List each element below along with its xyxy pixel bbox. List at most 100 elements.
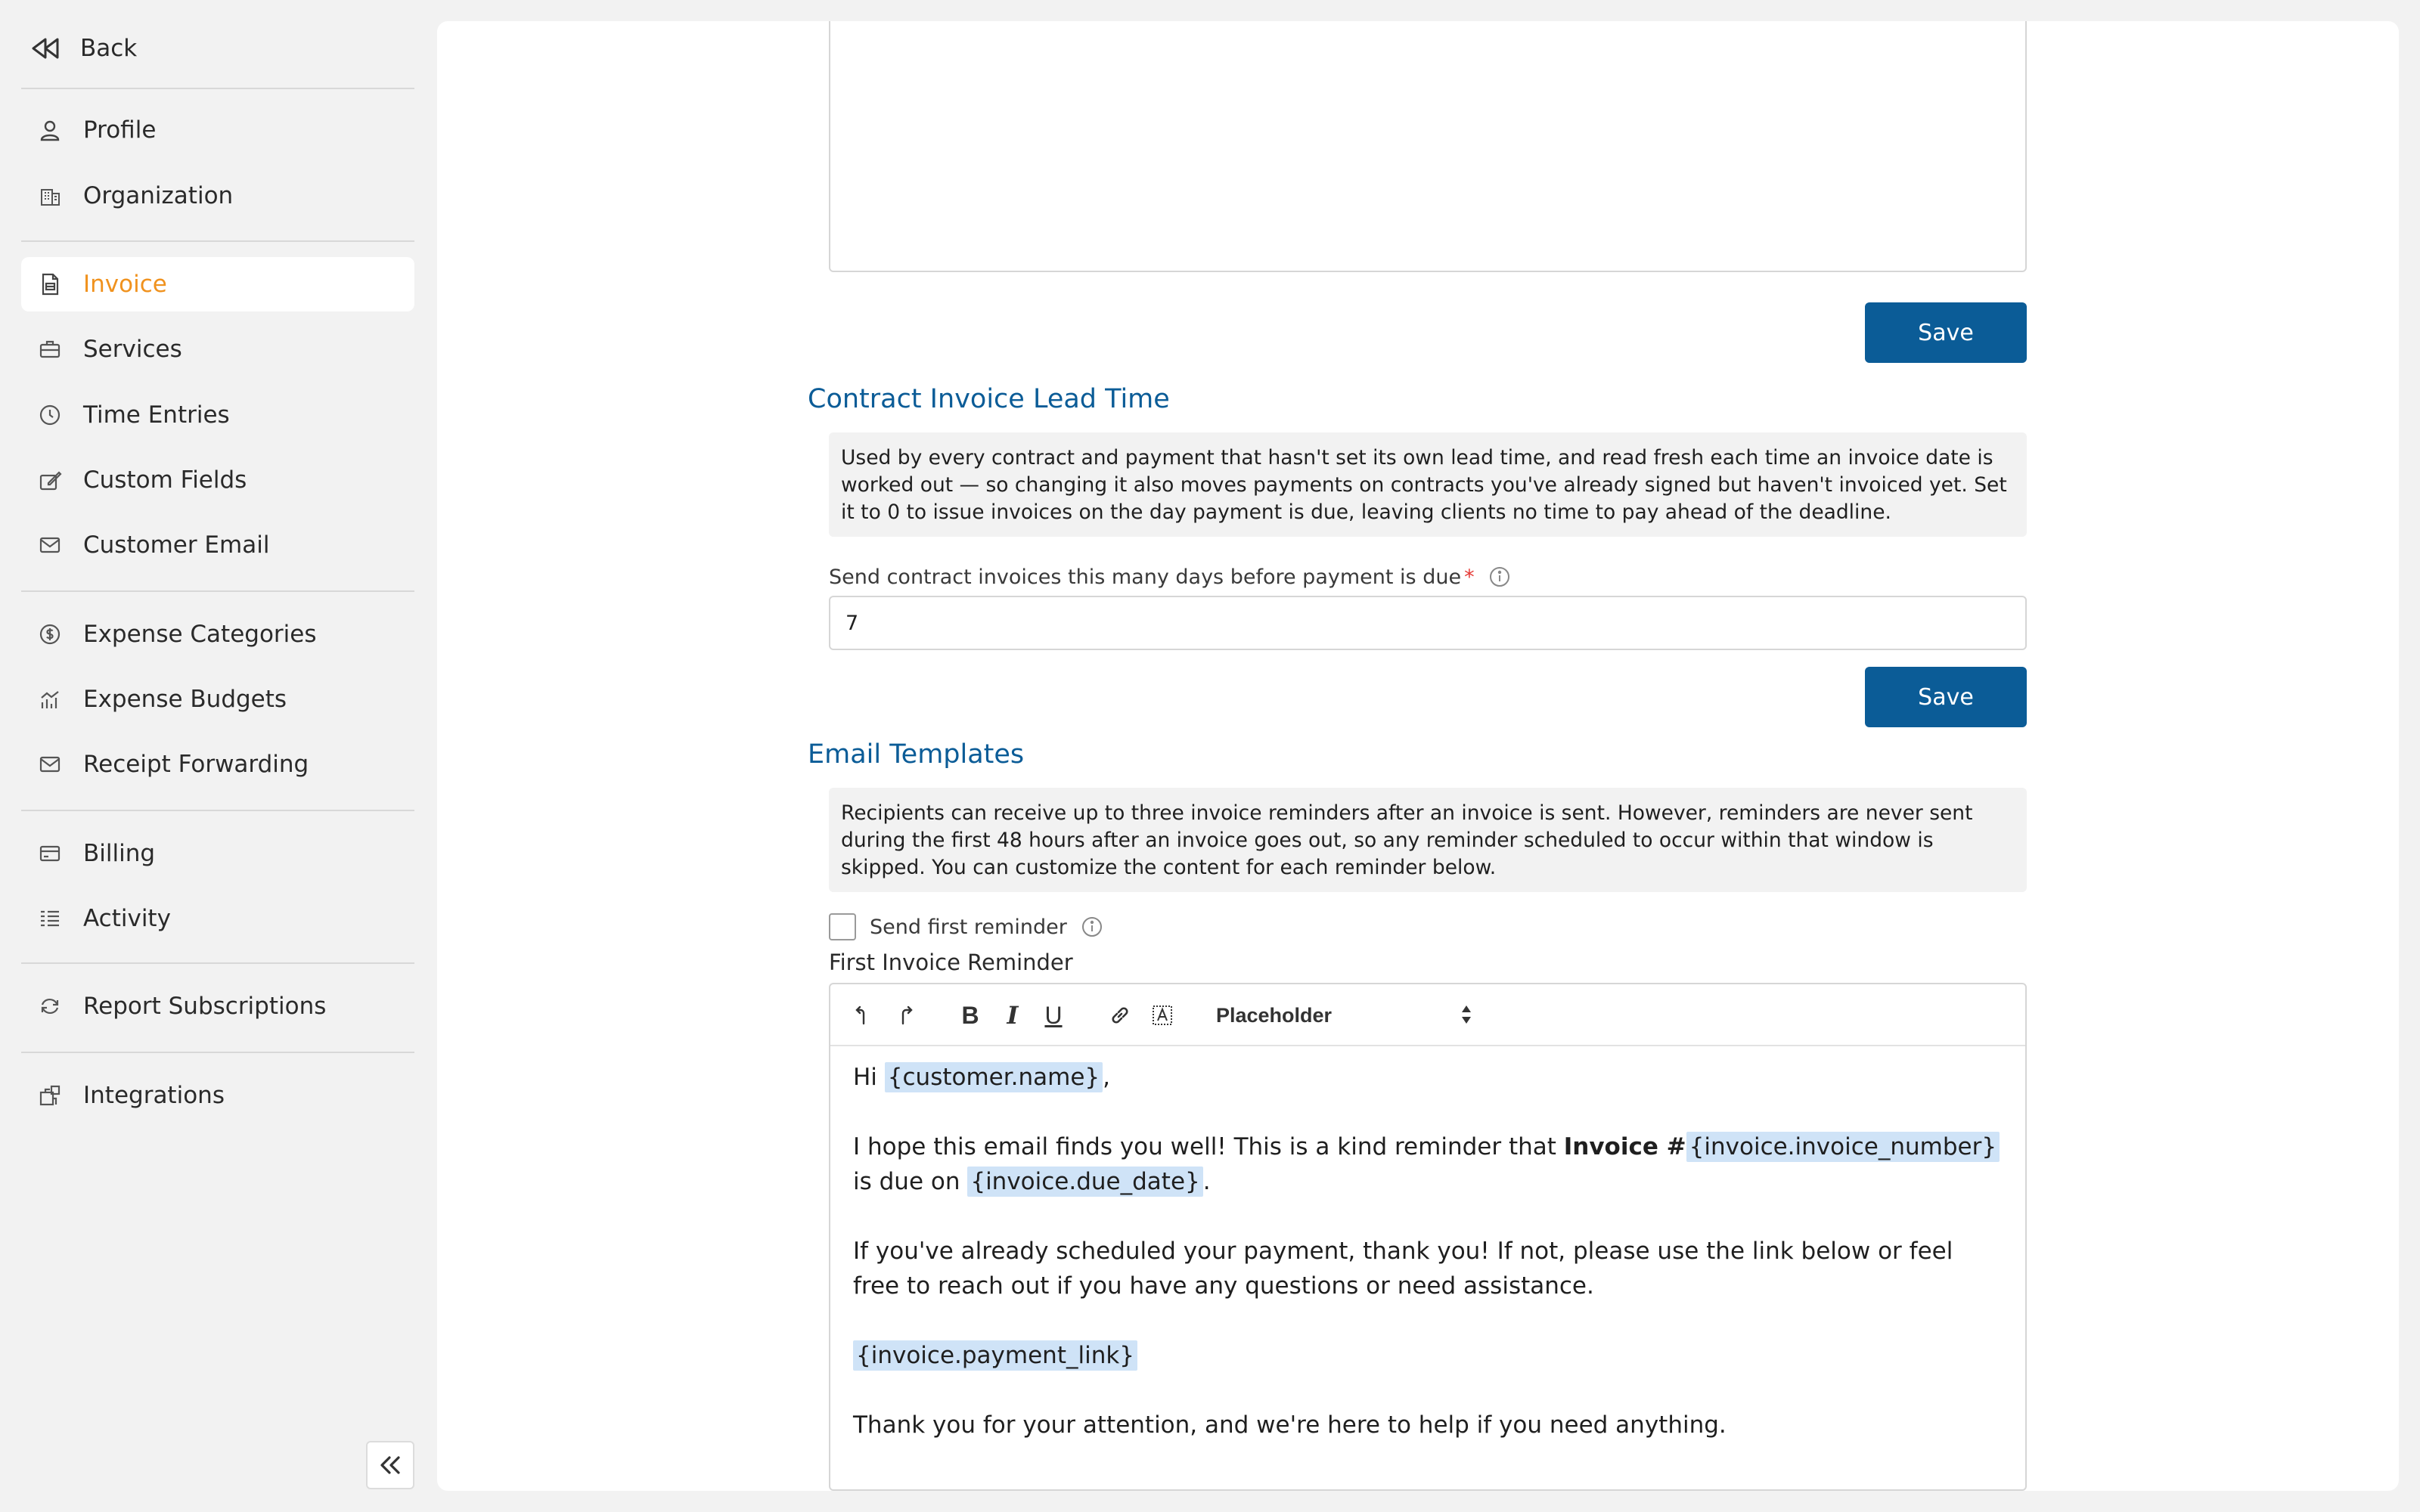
rich-text-editor: B I U Placeholder Hi {customer.name}, I … (829, 983, 2027, 1491)
send-first-reminder-checkbox[interactable] (829, 913, 856, 940)
body-text: , (1103, 1064, 1110, 1091)
lead-time-info-note: Used by every contract and payment that … (829, 432, 2027, 537)
sidebar-item-label: Custom Fields (83, 466, 247, 494)
clear-format-button[interactable] (1146, 999, 1178, 1031)
building-icon (36, 182, 64, 209)
link-button[interactable] (1104, 999, 1136, 1031)
placeholder-select-value: Placeholder (1216, 1003, 1333, 1027)
sidebar-item-expense-categories[interactable]: Expense Categories (21, 607, 414, 662)
previous-section-textarea[interactable] (829, 21, 2027, 272)
email-templates-info-note: Recipients can receive up to three invoi… (829, 788, 2027, 892)
mail-icon (36, 531, 64, 559)
sidebar-item-label: Services (83, 336, 182, 363)
sidebar-item-label: Organization (83, 182, 234, 209)
sidebar-item-label: Expense Categories (83, 621, 317, 648)
underline-button[interactable]: U (1038, 999, 1069, 1031)
sidebar-item-label: Profile (83, 116, 157, 144)
list-icon (36, 905, 64, 932)
clock-icon (36, 401, 64, 429)
bar-chart-icon (36, 686, 64, 713)
lead-time-field-label: Send contract invoices this many days be… (829, 558, 1511, 596)
sidebar-item-invoice[interactable]: Invoice (21, 257, 414, 311)
italic-button[interactable]: I (997, 999, 1028, 1031)
info-icon[interactable] (1488, 565, 1511, 588)
placeholder-select[interactable]: Placeholder (1216, 998, 1473, 1033)
body-text: . (1202, 1168, 1211, 1195)
body-bold-text: Invoice # (1563, 1133, 1686, 1160)
redo-icon (901, 1005, 913, 1025)
sidebar-item-billing[interactable]: Billing (21, 826, 414, 881)
sidebar-item-label: Report Subscriptions (83, 993, 327, 1020)
placeholder-token-invoice-number[interactable]: {invoice.invoice_number} (1686, 1132, 2000, 1162)
settings-sidebar: Back Profile Organization Invoice Servic… (0, 0, 437, 1512)
sidebar-item-profile[interactable]: Profile (21, 103, 414, 157)
link-icon (1112, 1007, 1128, 1024)
placeholder-token-payment-link[interactable]: {invoice.payment_link} (853, 1340, 1138, 1371)
nav-divider (21, 962, 414, 964)
sidebar-item-label: Integrations (83, 1082, 225, 1109)
editor-content[interactable]: Hi {customer.name}, I hope this email fi… (853, 1060, 2003, 1442)
sidebar-item-custom-fields[interactable]: Custom Fields (21, 453, 414, 507)
sidebar-item-organization[interactable]: Organization (21, 169, 414, 223)
undo-icon (855, 1005, 865, 1025)
mail-icon (36, 751, 64, 778)
nav-divider (21, 590, 414, 592)
redo-button[interactable] (891, 999, 923, 1031)
sidebar-item-label: Activity (83, 905, 171, 932)
sidebar-item-expense-budgets[interactable]: Expense Budgets (21, 672, 414, 727)
sidebar-item-label: Customer Email (83, 531, 270, 559)
send-first-reminder-row: Send first reminder (829, 912, 1103, 942)
save-button[interactable]: Save (1865, 302, 2027, 363)
editor-paragraph: Hi {customer.name}, (853, 1060, 2003, 1095)
back-button[interactable]: Back (30, 29, 137, 68)
editor-paragraph: If you've already scheduled your payment… (853, 1238, 1953, 1300)
editor-paragraph: Thank you for your attention, and we're … (853, 1411, 1727, 1439)
settings-main-panel: Save Contract Invoice Lead Time Used by … (437, 21, 2399, 1491)
body-text: I hope this email finds you well! This i… (853, 1133, 1564, 1160)
sidebar-item-time-entries[interactable]: Time Entries (21, 388, 414, 442)
user-icon (36, 116, 64, 144)
dollar-circle-icon (36, 621, 64, 648)
edit-field-icon (36, 466, 64, 494)
undo-button[interactable] (849, 999, 880, 1031)
lead-time-days-input[interactable]: 7 (829, 596, 2027, 650)
info-icon[interactable] (1081, 916, 1103, 938)
sidebar-item-label: Invoice (83, 271, 167, 298)
refresh-icon (36, 993, 64, 1020)
nav-divider (21, 1052, 414, 1053)
sidebar-item-activity[interactable]: Activity (21, 891, 414, 946)
clear-format-icon (1153, 1005, 1172, 1025)
nav-divider (21, 810, 414, 811)
select-caret-icon (1462, 1005, 1471, 1024)
body-text: is due on (853, 1168, 968, 1195)
sidebar-item-integrations[interactable]: Integrations (21, 1068, 414, 1123)
invoice-icon (36, 271, 64, 298)
sidebar-item-services[interactable]: Services (21, 322, 414, 376)
first-invoice-reminder-label: First Invoice Reminder (829, 950, 1073, 975)
section-title-lead-time: Contract Invoice Lead Time (808, 384, 1170, 414)
rewind-icon (32, 38, 59, 59)
back-label: Back (80, 35, 138, 62)
placeholder-token-customer-name[interactable]: {customer.name} (884, 1062, 1103, 1092)
editor-paragraph: I hope this email finds you well! This i… (853, 1129, 2003, 1199)
card-icon (36, 840, 64, 867)
app-window: Back Profile Organization Invoice Servic… (0, 0, 2420, 1512)
placeholder-token-due-date[interactable]: {invoice.due_date} (967, 1167, 1203, 1197)
collapse-sidebar-button[interactable] (366, 1441, 414, 1489)
briefcase-icon (36, 336, 64, 363)
required-asterisk: * (1464, 565, 1475, 589)
puzzle-icon (36, 1082, 64, 1109)
save-button[interactable]: Save (1865, 667, 2027, 727)
sidebar-item-label: Expense Budgets (83, 686, 287, 713)
sidebar-item-label: Time Entries (83, 401, 230, 429)
sidebar-item-report-subscriptions[interactable]: Report Subscriptions (21, 979, 414, 1033)
sidebar-item-receipt-forwarding[interactable]: Receipt Forwarding (21, 737, 414, 792)
sidebar-item-customer-email[interactable]: Customer Email (21, 518, 414, 572)
lead-time-label-text: Send contract invoices this many days be… (829, 565, 1462, 589)
sidebar-item-label: Receipt Forwarding (83, 751, 309, 778)
nav-divider (21, 240, 414, 242)
sidebar-item-label: Billing (83, 840, 156, 867)
bold-button[interactable]: B (954, 999, 986, 1031)
double-chevron-left-icon (380, 1456, 400, 1474)
editor-toolbar: B I U Placeholder (830, 984, 2025, 1046)
